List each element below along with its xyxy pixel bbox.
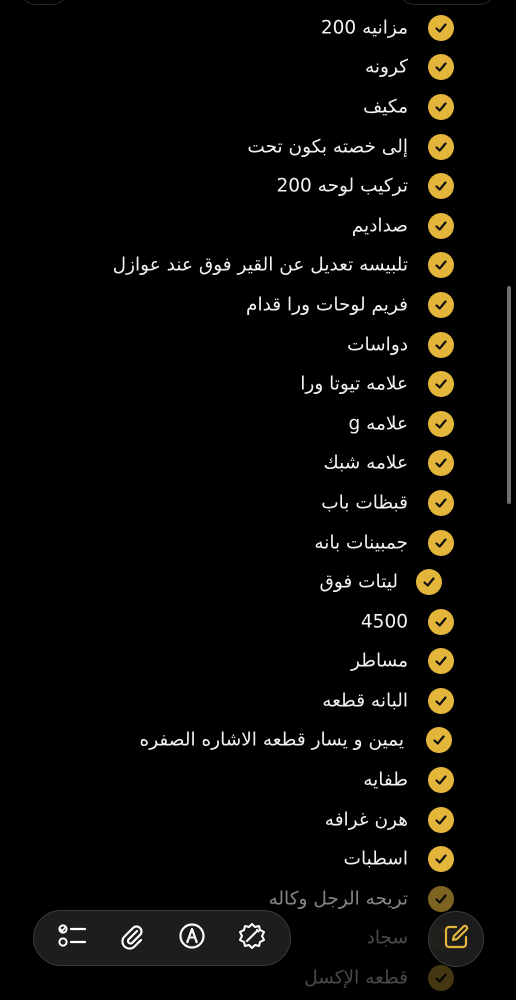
writing-tools-button[interactable] [230, 916, 274, 960]
checkmark-icon[interactable] [428, 529, 454, 556]
checkmark-icon[interactable] [428, 410, 454, 437]
checklist-item-label: علامه تيوتا ورا [300, 373, 408, 395]
top-right-button-edge[interactable] [400, 0, 494, 5]
checklist-item[interactable]: طفايه [0, 760, 516, 800]
checkmark-icon[interactable] [428, 450, 454, 477]
checklist-item-label: هرن غرافه [324, 809, 408, 831]
checkmark-icon[interactable] [428, 846, 454, 873]
checkmark-icon[interactable] [416, 569, 442, 596]
checklist-item-label: فريم لوحات ورا قدام [246, 294, 408, 316]
compose-button[interactable] [428, 911, 484, 967]
checkmark-icon[interactable] [428, 608, 454, 635]
checklist-item[interactable]: إلى خصته بكون تحت [0, 127, 516, 167]
checklist-item-label: علامه شبك [323, 452, 408, 474]
checklist-item[interactable]: دواسات [0, 325, 516, 365]
checkmark-icon[interactable] [428, 687, 454, 714]
checkmark-icon[interactable] [428, 371, 454, 398]
checklist-item[interactable]: تلبيسه تعديل عن القير فوق عند عوازل [0, 246, 516, 286]
checklist-item-label: طفايه [363, 769, 408, 791]
checklist-item-label: ليتات فوق [319, 571, 399, 593]
checklist-item-label: مكيف [363, 96, 408, 118]
checklist-item-label: جمبينات بانه [314, 532, 408, 554]
checkmark-icon[interactable] [428, 648, 454, 675]
checklist-item[interactable]: علامه g [0, 404, 516, 444]
checklist-item-label: تريحه الرجل وكاله [268, 888, 409, 910]
checklist-item-label: سجاد [366, 927, 408, 949]
checklist-item-label: البانه قطعه [322, 690, 408, 712]
checklist-item[interactable]: فريم لوحات ورا قدام [0, 285, 516, 325]
top-left-button-edge[interactable] [20, 0, 68, 5]
checklist-item-label: اسطبات [343, 848, 408, 870]
checkmark-icon[interactable] [428, 767, 454, 794]
checklist-item[interactable]: علامه شبك [0, 444, 516, 484]
checklist-item[interactable]: كرونه [0, 48, 516, 88]
checklist-item-label: قطعه الإكسل [304, 967, 408, 989]
checklist-item-label: يمين و يسار قطعه الاشاره الصفره [139, 729, 404, 751]
checklist-item[interactable]: مساطر [0, 642, 516, 682]
checklist-item-label: مساطر [351, 650, 408, 672]
checkmark-icon[interactable] [428, 212, 454, 239]
checkmark-icon[interactable] [428, 489, 454, 516]
checklist-item[interactable]: 4500 [0, 602, 516, 642]
checklist-button[interactable] [50, 916, 94, 960]
markup-button[interactable] [170, 916, 214, 960]
compose-icon [442, 923, 470, 955]
checkmark-icon[interactable] [428, 93, 454, 120]
checklist-item[interactable]: علامه تيوتا ورا [0, 364, 516, 404]
checklist-item[interactable]: مكيف [0, 87, 516, 127]
attachment-button[interactable] [110, 916, 154, 960]
paperclip-icon [119, 922, 145, 954]
checklist-item[interactable]: البانه قطعه [0, 681, 516, 721]
checkmark-icon[interactable] [428, 331, 454, 358]
checklist-item[interactable]: هرن غرافه [0, 800, 516, 840]
checkmark-icon[interactable] [428, 885, 454, 912]
checklist-item[interactable]: صداديم [0, 206, 516, 246]
checkmark-icon[interactable] [428, 14, 454, 41]
checklist-item-label: قبظات باب [321, 492, 408, 514]
checklist-item-label: صداديم [351, 215, 408, 237]
checklist-item[interactable]: مزانيه 200 [0, 8, 516, 48]
checkmark-icon[interactable] [428, 806, 454, 833]
checklist-item-label: كرونه [364, 56, 408, 78]
top-toolbar-remnant [0, 0, 516, 6]
checklist-item-label: علامه g [348, 413, 408, 435]
checklist-icon [57, 923, 87, 953]
checklist-item[interactable]: يمين و يسار قطعه الاشاره الصفره [0, 721, 516, 761]
checkmark-icon[interactable] [428, 173, 454, 200]
checklist-item[interactable]: اسطبات [0, 839, 516, 879]
checklist-item-label: تلبيسه تعديل عن القير فوق عند عوازل [112, 254, 408, 276]
checklist-item-label: مزانيه 200 [320, 17, 408, 39]
checkmark-icon[interactable] [428, 54, 454, 81]
checklist-item[interactable]: قبظات باب [0, 483, 516, 523]
bottom-toolbar [33, 910, 291, 966]
checklist: مزانيه 200 كرونه مكيف إلى خصته بكون تحت … [0, 8, 516, 998]
checklist-item-label: 4500 [360, 611, 408, 633]
checklist-item-label: إلى خصته بكون تحت [247, 136, 408, 158]
checklist-item-label: دواسات [347, 334, 408, 356]
checkmark-icon[interactable] [428, 965, 454, 992]
checklist-item[interactable]: ليتات فوق [0, 562, 516, 602]
checklist-item[interactable]: تركيب لوحه 200 [0, 166, 516, 206]
checkmark-icon[interactable] [426, 727, 452, 754]
writing-tools-icon [237, 921, 267, 955]
checkmark-icon[interactable] [428, 133, 454, 160]
scrollbar[interactable] [507, 286, 511, 504]
checklist-item-label: تركيب لوحه 200 [276, 175, 408, 197]
markup-pen-icon [178, 922, 206, 954]
checkmark-icon[interactable] [428, 252, 454, 279]
checklist-item[interactable]: جمبينات بانه [0, 523, 516, 563]
checkmark-icon[interactable] [428, 291, 454, 318]
